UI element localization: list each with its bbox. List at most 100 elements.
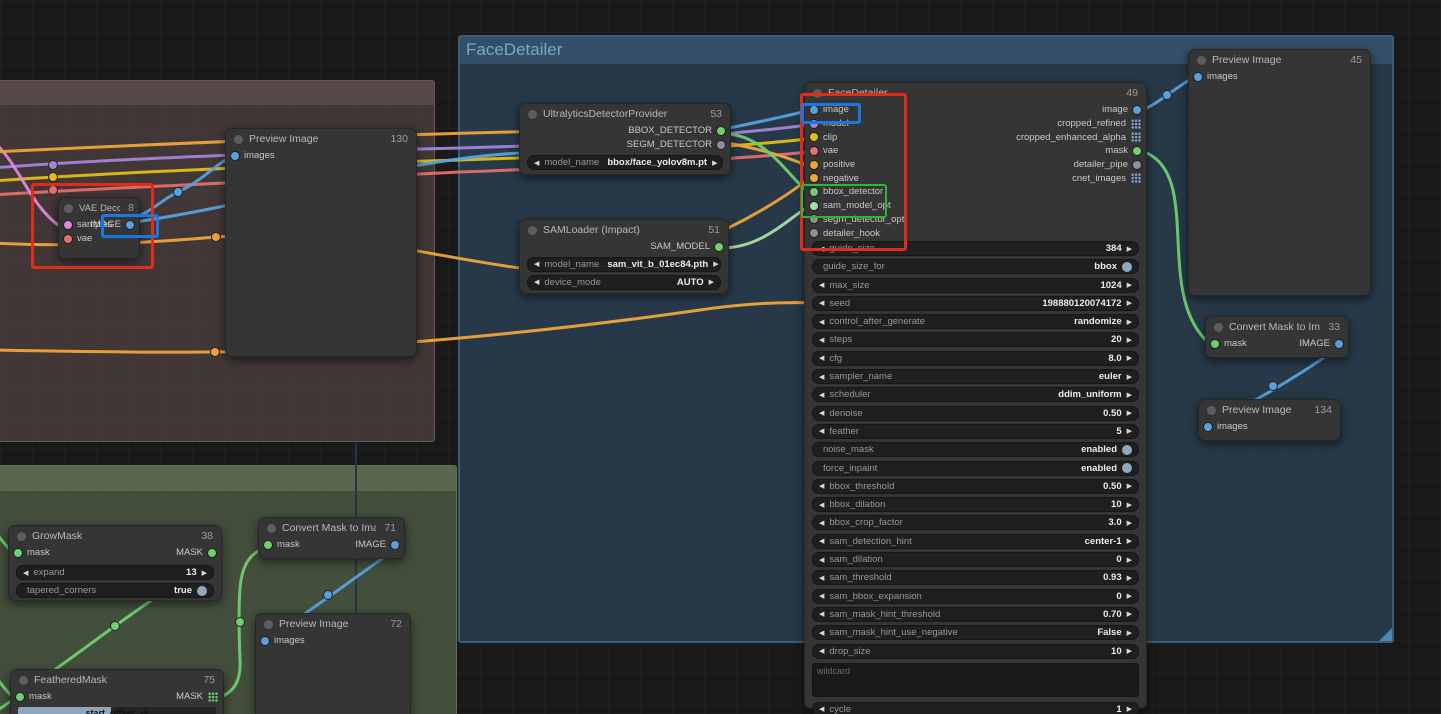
list-output-icon[interactable] — [1131, 173, 1141, 183]
input-slot-images[interactable] — [1194, 73, 1202, 81]
input-slot-clip[interactable] — [810, 133, 818, 141]
widget-bbox-dilation[interactable]: bbox_dilation10 — [812, 497, 1139, 512]
collapse-dot[interactable] — [528, 110, 537, 119]
widget-feather[interactable]: feather5 — [812, 424, 1139, 439]
widget-seed[interactable]: seed198880120074172 — [812, 296, 1139, 311]
input-slot-images[interactable] — [261, 637, 269, 645]
widget-sam-mask-hint-use-negative[interactable]: sam_mask_hint_use_negativeFalse — [812, 625, 1139, 640]
collapse-dot[interactable] — [1214, 323, 1223, 332]
node-ultralytics-detector-provider[interactable]: UltralyticsDetectorProvider 53 BBOX_DETE… — [519, 103, 731, 175]
widget-model-name[interactable]: model_name bbox/face_yolov8m.pt — [527, 155, 723, 170]
collapse-dot[interactable] — [64, 204, 73, 213]
list-output-icon[interactable] — [208, 692, 218, 702]
widget-device-mode[interactable]: device_mode AUTO — [527, 275, 721, 290]
collapse-dot[interactable] — [17, 532, 26, 541]
widget-sampler-name[interactable]: sampler_nameeuler — [812, 369, 1139, 384]
node-samloader[interactable]: SAMLoader (Impact) 51 SAM_MODEL model_na… — [519, 219, 729, 294]
widget-noise-mask[interactable]: noise_maskenabled — [812, 442, 1139, 457]
output-slot-image[interactable] — [391, 541, 399, 549]
node-growmask[interactable]: GrowMask 38 mask MASK expand 13 tapered_… — [8, 525, 222, 601]
input-slot-positive[interactable] — [810, 161, 818, 169]
widget-force-inpaint[interactable]: force_inpaintenabled — [812, 461, 1139, 476]
collapse-dot[interactable] — [528, 226, 537, 235]
widget-guide-size-for[interactable]: guide_size_forbbox — [812, 259, 1139, 274]
collapse-dot[interactable] — [1197, 56, 1206, 65]
input-slot-negative[interactable] — [810, 174, 818, 182]
output-slot-image[interactable] — [1133, 106, 1141, 114]
input-slot-model[interactable] — [810, 120, 818, 128]
widget-start-offset-slider[interactable]: start_offset -4 — [18, 707, 216, 714]
widget-sam-detection-hint[interactable]: sam_detection_hintcenter-1 — [812, 534, 1139, 549]
collapse-dot[interactable] — [813, 89, 822, 98]
collapse-dot[interactable] — [19, 676, 28, 685]
output-slot-detailer-pipe[interactable] — [1133, 161, 1141, 169]
input-slot-image[interactable] — [810, 106, 818, 114]
toggle-dot[interactable] — [197, 586, 207, 596]
output-slot-mask[interactable] — [208, 549, 216, 557]
output-slot-sam-model[interactable] — [715, 243, 723, 251]
widget-guide-size[interactable]: guide_size384 — [812, 241, 1139, 256]
widget-drop-size[interactable]: drop_size10 — [812, 644, 1139, 659]
node-featheredmask[interactable]: FeatheredMask 75 mask MASK start_offset … — [10, 669, 224, 714]
wildcard-textarea[interactable]: wildcard — [812, 663, 1139, 697]
node-facedetailer[interactable]: FaceDetailer 49 image model clip vae pos… — [804, 82, 1147, 709]
input-slot-mask[interactable] — [264, 541, 272, 549]
output-slot-bbox-detector[interactable] — [717, 127, 725, 135]
input-slot-samples[interactable] — [64, 221, 72, 229]
widget-bbox-crop-factor[interactable]: bbox_crop_factor3.0 — [812, 515, 1139, 530]
node-convert-mask-to-image-33[interactable]: Convert Mask to Image 33 mask IMAGE — [1205, 316, 1349, 358]
output-slot-image[interactable] — [126, 221, 134, 229]
slot-label: model — [823, 118, 849, 129]
input-slot-bbox-detector[interactable] — [810, 188, 818, 196]
input-slot-mask[interactable] — [16, 693, 24, 701]
widget-max-size[interactable]: max_size1024 — [812, 278, 1139, 293]
collapse-dot[interactable] — [267, 524, 276, 533]
collapse-dot[interactable] — [234, 135, 243, 144]
list-output-icon[interactable] — [1131, 132, 1141, 142]
widget-control-after-generate[interactable]: control_after_generaterandomize — [812, 314, 1139, 329]
collapse-dot[interactable] — [264, 620, 273, 629]
input-slot-segm-detector-opt[interactable] — [810, 215, 818, 223]
widget-expand[interactable]: expand 13 — [16, 565, 214, 580]
widget-sam-dilation[interactable]: sam_dilation0 — [812, 552, 1139, 567]
node-vae-decode[interactable]: VAE Decode 8 samples vae IMAGE — [58, 197, 140, 259]
widget-denoise[interactable]: denoise0.50 — [812, 406, 1139, 421]
collapse-dot[interactable] — [1207, 406, 1216, 415]
node-convert-mask-to-image-71[interactable]: Convert Mask to Image 71 mask IMAGE — [258, 517, 405, 559]
widget-sam-bbox-expansion[interactable]: sam_bbox_expansion0 — [812, 589, 1139, 604]
widget-cfg[interactable]: cfg8.0 — [812, 351, 1139, 366]
input-slot-vae[interactable] — [64, 235, 72, 243]
widget-tapered-corners[interactable]: tapered_corners true — [16, 583, 214, 598]
toggle-dot[interactable] — [1122, 463, 1132, 473]
widget-value: true — [166, 585, 192, 596]
widget-sam-threshold[interactable]: sam_threshold0.93 — [812, 570, 1139, 585]
input-slot-vae[interactable] — [810, 147, 818, 155]
widget-scheduler[interactable]: schedulerddim_uniform — [812, 387, 1139, 402]
output-slot-image[interactable] — [1335, 340, 1343, 348]
output-slot-segm-detector[interactable] — [717, 141, 725, 149]
input-slot-sam-model-opt[interactable] — [810, 202, 818, 210]
output-slot-mask[interactable] — [1133, 147, 1141, 155]
node-preview-image-45[interactable]: Preview Image 45 images — [1188, 49, 1371, 296]
widget-steps[interactable]: steps20 — [812, 332, 1139, 347]
input-slot-images[interactable] — [1204, 423, 1212, 431]
node-preview-image-130[interactable]: Preview Image 130 images — [225, 128, 417, 357]
input-slot-mask[interactable] — [14, 549, 22, 557]
widget-bbox-threshold[interactable]: bbox_threshold0.50 — [812, 479, 1139, 494]
toggle-dot[interactable] — [1122, 262, 1132, 272]
toggle-dot[interactable] — [1122, 445, 1132, 455]
input-slot-images[interactable] — [231, 152, 239, 160]
widget-model-name[interactable]: model_name sam_vit_b_01ec84.pth — [527, 257, 721, 272]
input-slot-mask[interactable] — [1211, 340, 1219, 348]
list-output-icon[interactable] — [1131, 119, 1141, 129]
node-preview-image-134[interactable]: Preview Image 134 images — [1198, 399, 1341, 441]
group-resize-handle[interactable] — [1379, 628, 1392, 641]
input-slot-detailer-hook[interactable] — [810, 229, 818, 237]
node-preview-image-72[interactable]: Preview Image 72 images — [255, 613, 411, 714]
node-graph-canvas[interactable]: FaceDetailer — [0, 0, 1441, 714]
group-green-header[interactable] — [0, 466, 456, 491]
widget-label: guide_size — [829, 243, 874, 254]
widget-sam-mask-hint-threshold[interactable]: sam_mask_hint_threshold0.70 — [812, 607, 1139, 622]
widget-cycle[interactable]: cycle1 — [812, 702, 1139, 714]
group-maroon-header[interactable] — [0, 81, 434, 105]
